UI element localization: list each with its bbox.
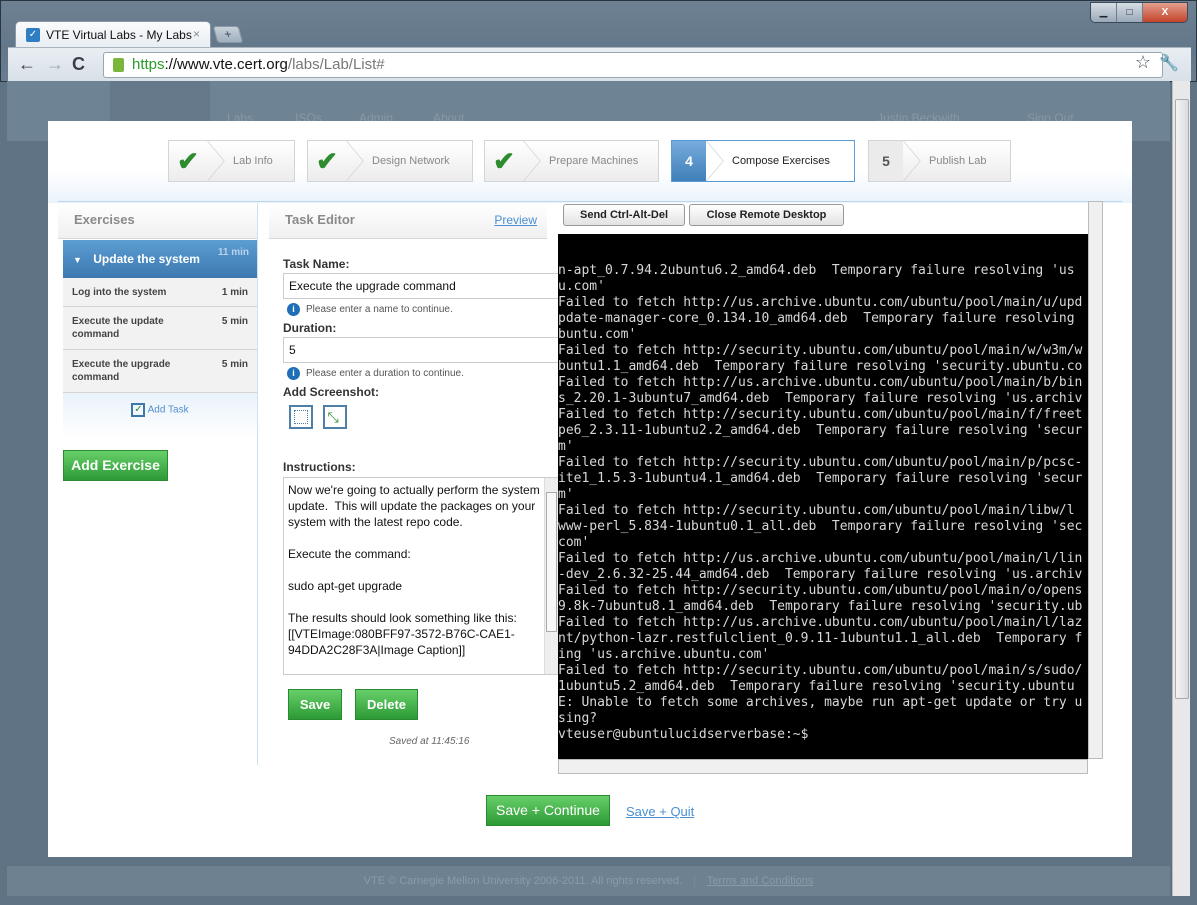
task-duration: 5 min [221,316,248,327]
terms-link[interactable]: Terms and Conditions [707,875,813,887]
task-item[interactable]: Execute the update command 5 min [63,307,257,350]
exercise-title: Update the system [93,252,200,266]
instructions-text: Now we're going to actually perform the … [288,483,540,657]
close-remote-desktop-button[interactable]: Close Remote Desktop [689,204,844,226]
tab-title: VTE Virtual Labs - My Labs [46,27,192,42]
step-label: Design Network [372,155,450,167]
vte-favicon: ✓ [26,27,40,42]
send-ctrl-alt-del-button[interactable]: Send Ctrl-Alt-Del [563,204,685,226]
page-scrollbar[interactable] [1172,81,1190,896]
hint-text: Please enter a duration to continue. [306,367,464,379]
duration-input[interactable]: 5 [283,337,573,363]
add-task-button[interactable]: ✓ Add Task [63,393,257,438]
remote-desktop-panel: Send Ctrl-Alt-Del Close Remote Desktop n… [558,201,1110,774]
instructions-textarea[interactable]: Now we're going to actually perform the … [283,477,559,675]
info-icon: i [287,302,300,316]
duration-label: Duration: [283,321,337,335]
bookmark-star-icon[interactable]: ☆ [1135,52,1151,73]
task-editor-title: Task Editor [285,212,355,227]
exercise-item-update-system[interactable]: ▼ Update the system 11 min [63,240,257,278]
task-item[interactable]: Execute the upgrade command 5 min [63,350,257,393]
browser-toolbar: ← → C https://www.vte.cert.org/labs/Lab/… [8,47,1191,81]
url-path: /labs/Lab/List# [287,56,385,73]
checkmark-icon: ✔ [316,145,338,176]
task-name: Execute the upgrade command [72,359,171,383]
tab-close-icon[interactable]: × [193,27,200,41]
task-item[interactable]: Log into the system 1 min [63,278,257,307]
instructions-label: Instructions: [283,460,356,474]
save-quit-link[interactable]: Save + Quit [626,804,694,819]
lab-wizard-modal: ✔ Lab Info ✔ Design Network ✔ Prepare Ma… [48,121,1132,857]
reload-icon[interactable]: C [72,55,85,73]
instructions-scrollbar[interactable] [544,478,558,674]
new-tab-button[interactable]: + [212,26,244,43]
minimize-button[interactable]: ▁ [1091,3,1117,22]
url-host: ://www.vte.cert.org [164,56,288,73]
collapse-triangle-icon[interactable]: ▼ [73,255,82,265]
forward-icon[interactable]: → [46,55,64,73]
region-screenshot-icon[interactable] [289,405,313,429]
task-editor-form: Task Name: Execute the upgrade command i… [269,240,573,434]
remote-terminal[interactable]: n-apt_0.7.94.2ubuntu6.2_amd64.deb Tempor… [558,234,1088,759]
save-button[interactable]: Save [288,689,342,720]
checkmark-icon: ✔ [493,145,515,176]
hint-text: Please enter a name to continue. [306,303,453,315]
remote-horizontal-scrollbar[interactable] [558,759,1088,774]
save-continue-button[interactable]: Save + Continue [486,795,610,826]
remote-vertical-scrollbar[interactable] [1088,201,1103,759]
step-number: 4 [672,141,706,181]
maximize-button[interactable]: □ [1117,3,1143,22]
task-name-label: Task Name: [283,257,350,271]
step-publish-lab[interactable]: 5 Publish Lab [868,140,1011,182]
task-name-hint: i Please enter a name to continue. [287,299,559,319]
checkmark-icon: ✔ [177,145,199,176]
task-name: Log into the system [72,287,167,298]
column-divider [257,203,258,765]
page-scrollbar-thumb[interactable] [1175,99,1189,699]
step-prepare-machines[interactable]: ✔ Prepare Machines [484,140,659,182]
task-duration: 1 min [221,287,248,298]
browser-frame: ✓ VTE Virtual Labs - My Labs × + ▁ □ X ←… [0,0,1197,82]
browser-tab[interactable]: ✓ VTE Virtual Labs - My Labs × [15,21,211,47]
screenshot-label: Add Screenshot: [283,385,380,399]
task-duration: 5 min [221,359,248,370]
wrench-menu-icon[interactable]: 🔧 [1159,53,1179,73]
task-name-input[interactable]: Execute the upgrade command [283,273,573,299]
task-editor-header: Task Editor Preview [269,203,547,239]
exercise-duration: 11 min [217,247,249,258]
saved-status: Saved at 11:45:16 [389,736,470,747]
task-name: Execute the update command [72,316,164,340]
info-icon: i [287,366,300,380]
delete-button[interactable]: Delete [355,689,418,720]
address-bar[interactable]: https://www.vte.cert.org/labs/Lab/List# [103,52,1163,78]
add-task-icon: ✓ [131,403,146,417]
exercise-list: ▼ Update the system 11 min Log into the … [63,240,257,438]
fullscreen-screenshot-icon[interactable]: ⤡ [323,405,348,429]
step-label: Compose Exercises [732,155,830,167]
step-compose-exercises[interactable]: 4 Compose Exercises [671,140,855,182]
wizard-steps: ✔ Lab Info ✔ Design Network ✔ Prepare Ma… [48,121,1132,203]
window-controls: ▁ □ X [1090,2,1188,23]
lock-icon [113,58,124,72]
step-design-network[interactable]: ✔ Design Network [307,140,473,182]
step-number: 5 [869,141,903,181]
window-close-button[interactable]: X [1143,3,1187,22]
preview-link[interactable]: Preview [494,203,537,237]
step-lab-info[interactable]: ✔ Lab Info [168,140,295,182]
url-scheme: https [132,56,165,73]
add-exercise-button[interactable]: Add Exercise [63,450,168,481]
duration-hint: i Please enter a duration to continue. [287,363,559,383]
add-task-label: Add Task [147,404,189,416]
site-footer: VTE © Carnegie Mellon University 2006-20… [7,866,1170,896]
copyright-text: VTE © Carnegie Mellon University 2006-20… [363,875,683,887]
back-icon[interactable]: ← [18,55,36,73]
step-label: Prepare Machines [549,155,639,167]
